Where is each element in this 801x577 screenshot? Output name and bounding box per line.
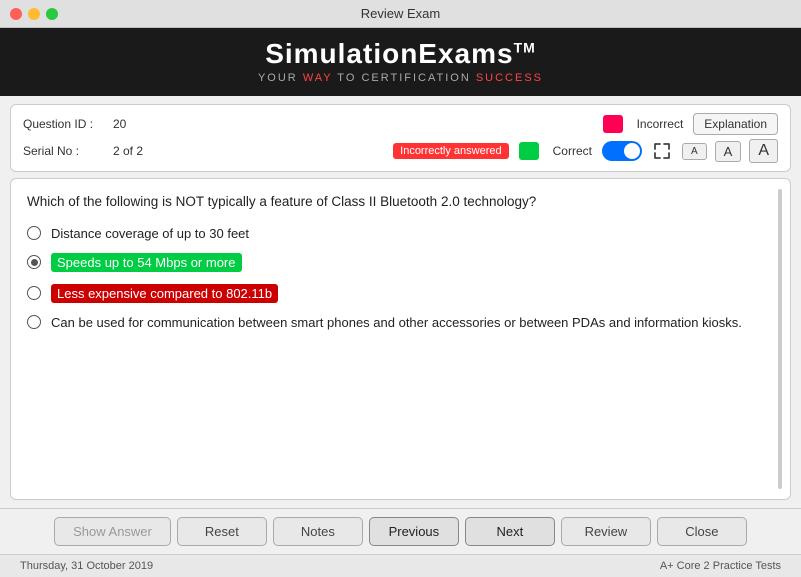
tagline: YOUR WAY TO CERTIFICATION SUCCESS: [20, 72, 781, 84]
radio-4[interactable]: [27, 315, 41, 329]
correct-dot: [519, 142, 539, 160]
explanation-button[interactable]: Explanation: [693, 113, 778, 135]
answer-text-2: Speeds up to 54 Mbps or more: [51, 253, 242, 272]
question-id-row: Question ID : 20 Incorrect Explanation: [23, 113, 778, 135]
close-window-button[interactable]: [10, 8, 22, 20]
answer-text-3: Less expensive compared to 802.11b: [51, 284, 278, 303]
question-id-label: Question ID :: [23, 117, 103, 131]
question-panel: Which of the following is NOT typically …: [10, 178, 791, 500]
header-banner: SimulationExamsTM YOUR WAY TO CERTIFICAT…: [0, 28, 801, 96]
info-panel: Question ID : 20 Incorrect Explanation S…: [10, 104, 791, 172]
bottom-toolbar: Show Answer Reset Notes Previous Next Re…: [0, 508, 801, 554]
maximize-window-button[interactable]: [46, 8, 58, 20]
font-small-button[interactable]: A: [682, 143, 707, 160]
brand-title: SimulationExamsTM: [20, 38, 781, 70]
review-button[interactable]: Review: [561, 517, 651, 546]
serial-no-row: Serial No : 2 of 2 Incorrectly answered …: [23, 139, 778, 163]
radio-3[interactable]: [27, 286, 41, 300]
incorrect-label: Incorrect: [637, 117, 684, 131]
notes-button[interactable]: Notes: [273, 517, 363, 546]
toggle-switch[interactable]: [602, 141, 642, 161]
answer-text-1: Distance coverage of up to 30 feet: [51, 226, 249, 241]
minimize-window-button[interactable]: [28, 8, 40, 20]
correct-label: Correct: [553, 144, 592, 158]
incorrect-dot: [603, 115, 623, 133]
font-large-button[interactable]: A: [749, 139, 778, 163]
close-button[interactable]: Close: [657, 517, 747, 546]
serial-no-label: Serial No :: [23, 144, 103, 158]
answer-text-4: Can be used for communication between sm…: [51, 315, 742, 330]
answer-option-1[interactable]: Distance coverage of up to 30 feet: [27, 226, 774, 241]
window-controls[interactable]: [10, 8, 58, 20]
answer-option-4[interactable]: Can be used for communication between sm…: [27, 315, 774, 330]
previous-button[interactable]: Previous: [369, 517, 459, 546]
window-title: Review Exam: [361, 6, 440, 21]
show-answer-button[interactable]: Show Answer: [54, 517, 171, 546]
font-medium-button[interactable]: A: [715, 141, 742, 162]
answer-option-3[interactable]: Less expensive compared to 802.11b: [27, 284, 774, 303]
next-button[interactable]: Next: [465, 517, 555, 546]
radio-2[interactable]: [27, 255, 41, 269]
title-bar: Review Exam: [0, 0, 801, 28]
answer-option-2[interactable]: Speeds up to 54 Mbps or more: [27, 253, 774, 272]
radio-1[interactable]: [27, 226, 41, 240]
question-id-value: 20: [113, 117, 126, 131]
right-controls: A A A: [602, 139, 778, 163]
footer-product: A+ Core 2 Practice Tests: [660, 560, 781, 572]
incorrectly-answered-badge: Incorrectly answered: [393, 143, 509, 159]
fullscreen-icon[interactable]: [650, 139, 674, 163]
reset-button[interactable]: Reset: [177, 517, 267, 546]
serial-no-value: 2 of 2: [113, 144, 143, 158]
footer: Thursday, 31 October 2019 A+ Core 2 Prac…: [0, 554, 801, 577]
footer-date: Thursday, 31 October 2019: [20, 560, 153, 572]
main-content: Question ID : 20 Incorrect Explanation S…: [0, 96, 801, 508]
question-text: Which of the following is NOT typically …: [27, 193, 774, 212]
